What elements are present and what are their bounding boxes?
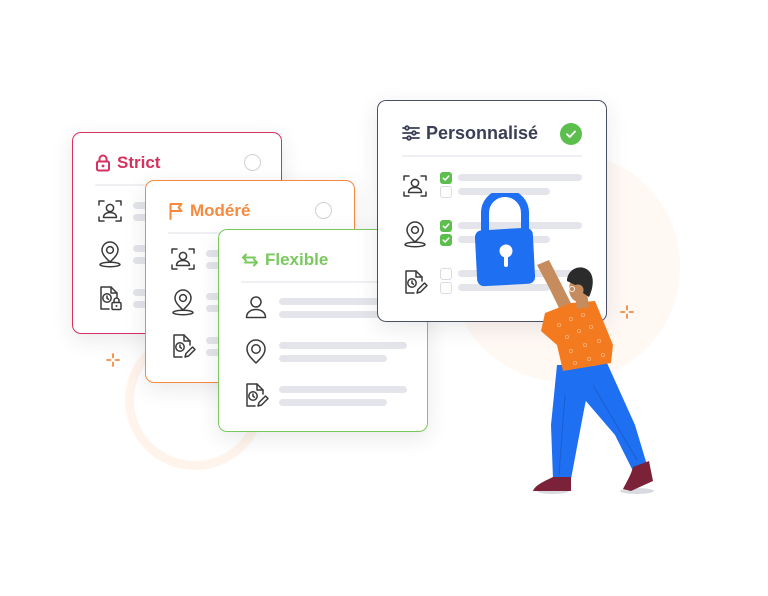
sliders-icon — [402, 125, 420, 141]
placeholder-bar — [279, 399, 387, 406]
placeholder-bar — [279, 311, 387, 318]
user-icon — [241, 292, 271, 322]
document-clock-edit-icon — [168, 331, 198, 361]
face-scan-icon — [95, 196, 125, 226]
sparkle-icon — [106, 353, 120, 367]
placeholder-bar — [458, 174, 582, 181]
face-scan-icon — [400, 171, 430, 201]
checkbox-checked[interactable] — [440, 234, 452, 246]
shoe — [533, 477, 571, 491]
card-header: Flexible — [241, 248, 328, 272]
person-illustration — [533, 260, 654, 494]
card-title: Flexible — [265, 250, 329, 269]
card-title: Personnalisé — [426, 122, 539, 143]
location-pin-icon — [400, 219, 430, 249]
leg — [575, 363, 647, 471]
placeholder-bar — [279, 342, 407, 349]
card-title: Strict — [117, 153, 161, 172]
card-header: Strict — [95, 151, 160, 175]
flag-icon — [169, 203, 183, 220]
radio-button[interactable] — [244, 154, 261, 171]
face-scan-icon — [168, 244, 198, 274]
card-header: Personnalisé — [402, 121, 538, 145]
padlock-icon — [475, 193, 536, 287]
document-clock-edit-icon — [241, 380, 271, 410]
checkbox-checked[interactable] — [440, 220, 452, 232]
list-item — [241, 336, 407, 366]
lock-icon — [96, 154, 110, 172]
card-title: Modéré — [190, 201, 251, 220]
checkbox-unchecked[interactable] — [440, 282, 452, 294]
document-clock-lock-icon — [95, 283, 125, 313]
shoe — [623, 461, 653, 491]
arrows-left-right-icon — [242, 253, 258, 267]
shirt — [541, 301, 613, 371]
selected-check-icon — [560, 123, 582, 145]
placeholder-bar — [279, 386, 407, 393]
card-header: Modéré — [168, 199, 250, 223]
location-pin-icon — [241, 336, 271, 366]
document-clock-edit-icon — [400, 267, 430, 297]
checkbox-unchecked[interactable] — [440, 268, 452, 280]
location-pin-icon — [95, 239, 125, 269]
checkbox-unchecked[interactable] — [440, 186, 452, 198]
placeholder-bar — [279, 355, 387, 362]
checkbox-checked[interactable] — [440, 172, 452, 184]
divider — [402, 155, 582, 157]
location-pin-icon — [168, 287, 198, 317]
radio-button[interactable] — [315, 202, 332, 219]
list-item — [241, 380, 407, 410]
